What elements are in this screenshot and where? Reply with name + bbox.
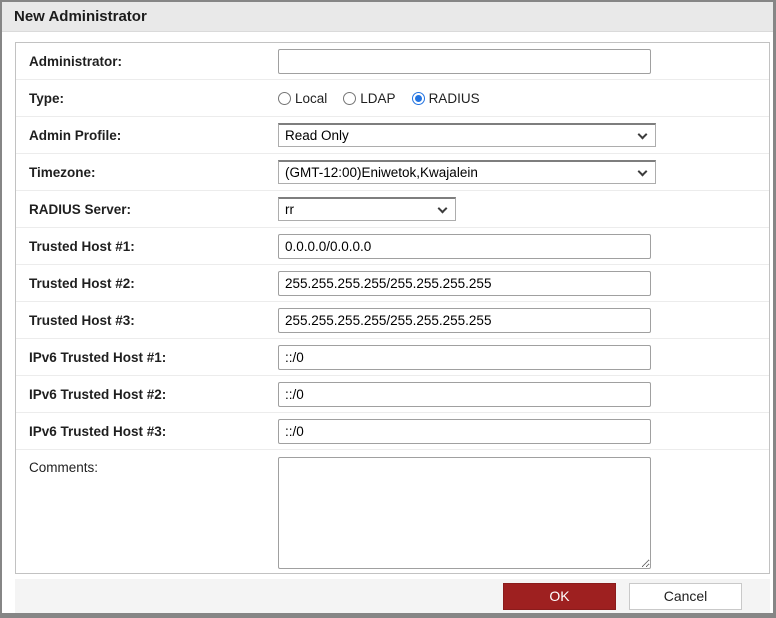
administrator-label: Administrator: bbox=[29, 53, 123, 69]
type-option-ldap[interactable]: LDAP bbox=[343, 90, 396, 106]
form-row-admin-profile: Admin Profile: Read Only bbox=[16, 117, 769, 154]
type-option-radius[interactable]: RADIUS bbox=[411, 90, 480, 106]
form-row-trusted-host-3: Trusted Host #3: bbox=[16, 302, 769, 339]
administrator-input[interactable] bbox=[278, 48, 651, 74]
radius-server-select[interactable]: rr bbox=[278, 197, 456, 221]
chevron-down-icon bbox=[637, 166, 648, 177]
form-row-ipv6-trusted-host-1: IPv6 Trusted Host #1: bbox=[16, 339, 769, 376]
cancel-button[interactable]: Cancel bbox=[629, 582, 742, 610]
type-radio-group: Local LDAP RADIUS bbox=[278, 91, 480, 106]
trusted-host-2-input[interactable] bbox=[278, 270, 651, 296]
form-row-trusted-host-1: Trusted Host #1: bbox=[16, 228, 769, 265]
radio-local-icon[interactable] bbox=[278, 91, 291, 105]
timezone-label: Timezone: bbox=[29, 164, 96, 180]
comments-textarea[interactable] bbox=[278, 457, 651, 569]
form-row-ipv6-trusted-host-2: IPv6 Trusted Host #2: bbox=[16, 376, 769, 413]
timezone-select[interactable]: (GMT-12:00)Eniwetok,Kwajalein bbox=[278, 160, 656, 184]
trusted-host-1-input[interactable] bbox=[278, 233, 651, 259]
type-option-local[interactable]: Local bbox=[278, 91, 327, 106]
form-row-type: Type: Local LDAP RADIUS bbox=[16, 80, 769, 117]
radio-ldap-icon[interactable] bbox=[343, 91, 357, 105]
chevron-down-icon bbox=[637, 129, 648, 140]
form-row-comments: Comments: bbox=[16, 450, 769, 573]
dialog-footer: OK Cancel bbox=[15, 579, 770, 613]
ipv6-trusted-host-2-input[interactable] bbox=[278, 381, 651, 407]
form-row-radius-server: RADIUS Server: rr bbox=[16, 191, 769, 228]
ipv6-trusted-host-1-label: IPv6 Trusted Host #1: bbox=[29, 349, 167, 365]
form-row-trusted-host-2: Trusted Host #2: bbox=[16, 265, 769, 302]
form-row-timezone: Timezone: (GMT-12:00)Eniwetok,Kwajalein bbox=[16, 154, 769, 191]
ipv6-trusted-host-3-label: IPv6 Trusted Host #3: bbox=[29, 423, 167, 439]
radius-server-label: RADIUS Server: bbox=[29, 201, 132, 217]
form-row-ipv6-trusted-host-3: IPv6 Trusted Host #3: bbox=[16, 413, 769, 450]
type-option-local-label: Local bbox=[295, 90, 328, 106]
type-option-ldap-label: LDAP bbox=[360, 90, 396, 106]
ipv6-trusted-host-1-input[interactable] bbox=[278, 344, 651, 370]
trusted-host-2-label: Trusted Host #2: bbox=[29, 275, 135, 291]
trusted-host-3-label: Trusted Host #3: bbox=[29, 312, 135, 328]
form-row-administrator: Administrator: bbox=[16, 43, 769, 80]
type-option-radius-label: RADIUS bbox=[428, 90, 480, 106]
trusted-host-3-input[interactable] bbox=[278, 307, 651, 333]
admin-profile-label: Admin Profile: bbox=[29, 127, 122, 143]
radio-radius-icon[interactable] bbox=[411, 91, 425, 105]
comments-label: Comments: bbox=[29, 460, 99, 475]
ipv6-trusted-host-2-label: IPv6 Trusted Host #2: bbox=[29, 386, 167, 402]
timezone-selected-value: (GMT-12:00)Eniwetok,Kwajalein bbox=[285, 165, 478, 180]
dialog-title-bar: New Administrator bbox=[2, 2, 773, 32]
admin-profile-select[interactable]: Read Only bbox=[278, 123, 656, 147]
trusted-host-1-label: Trusted Host #1: bbox=[29, 238, 135, 254]
dialog-title: New Administrator bbox=[14, 8, 147, 25]
administrator-form: Administrator: Type: Local LDAP RADIUS A… bbox=[15, 42, 770, 574]
ipv6-trusted-host-3-input[interactable] bbox=[278, 418, 651, 444]
new-administrator-dialog: New Administrator Administrator: Type: L… bbox=[0, 0, 776, 618]
radius-server-selected-value: rr bbox=[285, 202, 294, 217]
chevron-down-icon bbox=[437, 203, 448, 214]
type-label: Type: bbox=[29, 90, 65, 106]
admin-profile-selected-value: Read Only bbox=[285, 128, 349, 143]
ok-button[interactable]: OK bbox=[503, 582, 616, 610]
